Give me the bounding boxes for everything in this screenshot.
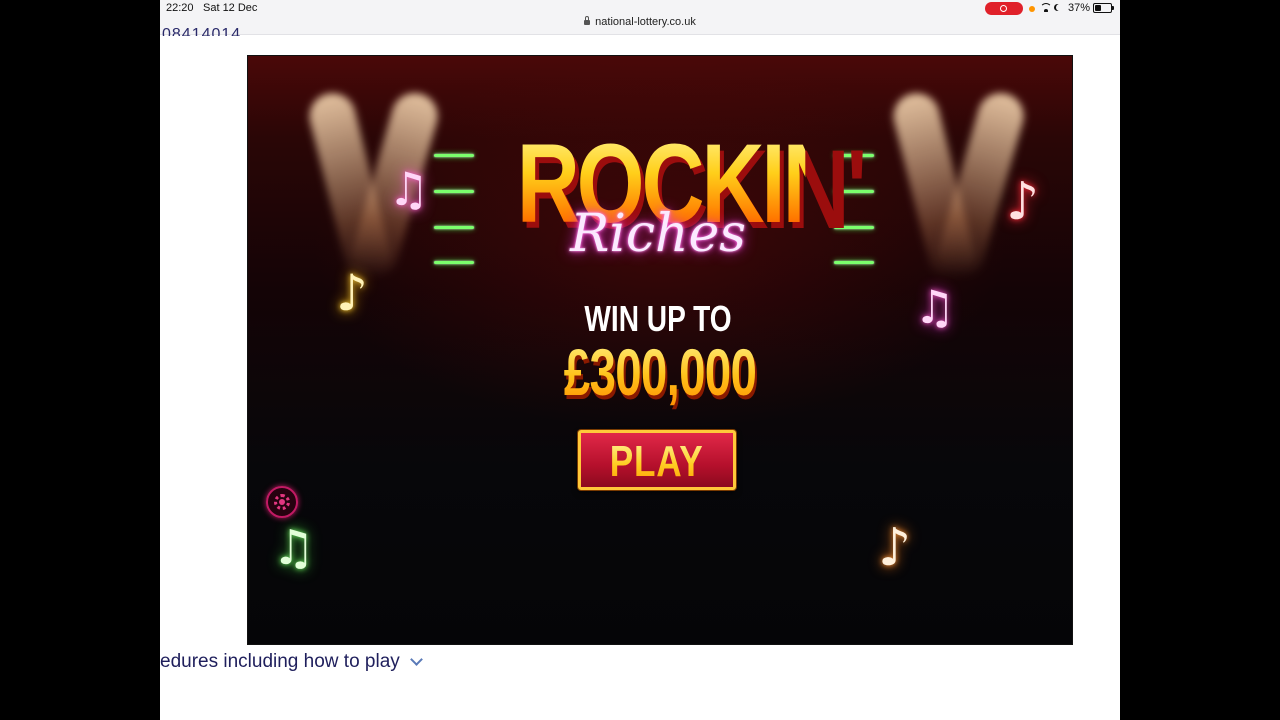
- music-note-magenta-icon: ♫: [914, 280, 956, 334]
- screen-recording-icon[interactable]: [985, 2, 1023, 15]
- neon-line-left-4: [434, 261, 474, 264]
- music-note-green-icon: ♫: [272, 520, 316, 576]
- microphone-indicator-icon: [1029, 6, 1035, 12]
- play-button-label: PLAY: [610, 437, 704, 486]
- url-text: national-lottery.co.uk: [595, 16, 696, 28]
- status-date: Sat 12 Dec: [203, 2, 258, 14]
- play-button[interactable]: PLAY: [578, 430, 736, 490]
- lock-icon: [584, 16, 591, 25]
- chevron-down-icon[interactable]: [410, 653, 423, 666]
- wifi-icon: [1040, 3, 1052, 12]
- music-note-red-icon: ♪: [1006, 172, 1040, 232]
- neon-line-left-1: [434, 154, 474, 157]
- battery-icon: [1093, 3, 1114, 13]
- neon-line-left-2: [434, 190, 474, 193]
- address-bar[interactable]: national-lottery.co.uk: [160, 16, 1120, 28]
- how-to-play-section-heading[interactable]: edures including how to play: [160, 651, 400, 673]
- battery-percentage: 37%: [1068, 2, 1091, 14]
- settings-gear-icon[interactable]: [266, 486, 298, 518]
- battery-level-fill: [1095, 5, 1101, 11]
- title-riches: Riches: [570, 204, 746, 264]
- neon-line-left-3: [434, 226, 474, 229]
- ios-status-bar: 22:20 Sat 12 Dec national-lottery.co.uk …: [160, 0, 1120, 35]
- music-note-orange-icon: ♪: [878, 518, 912, 578]
- status-time: 22:20: [166, 2, 194, 14]
- music-note-pink-icon: ♫: [388, 162, 430, 216]
- game-frame[interactable]: ROCKIN' ROCKIN' Riches WIN UP TO £300,00…: [247, 55, 1073, 645]
- prize-amount: £300,000: [530, 334, 789, 410]
- do-not-disturb-moon-icon: [1056, 4, 1063, 11]
- cut-off-phone-number: 08414014: [162, 26, 242, 36]
- neon-line-right-4: [834, 261, 874, 264]
- music-note-yellow-icon: ♪: [336, 264, 368, 322]
- tablet-screen: 22:20 Sat 12 Dec national-lottery.co.uk …: [160, 0, 1120, 720]
